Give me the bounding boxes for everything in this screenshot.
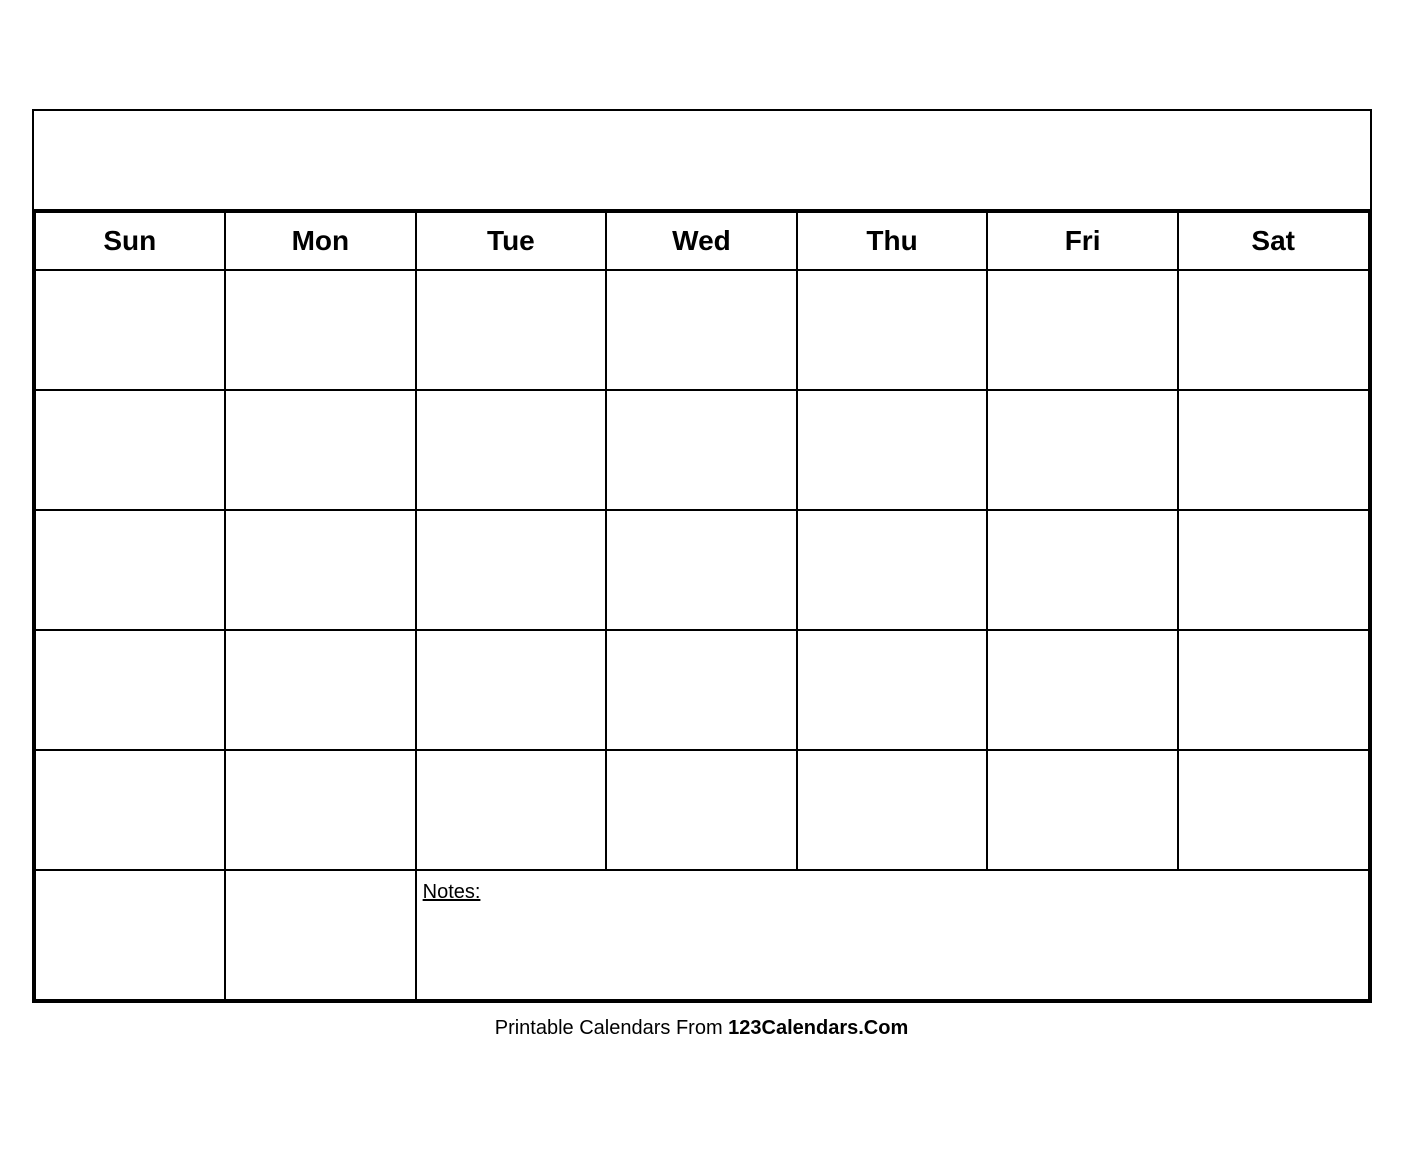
calendar-cell[interactable] [35, 270, 226, 390]
calendar-cell[interactable] [797, 750, 988, 870]
calendar-cell[interactable] [606, 270, 797, 390]
calendar-container: Sun Mon Tue Wed Thu Fri Sat [32, 109, 1372, 1003]
calendar-cell[interactable] [225, 270, 416, 390]
calendar-cell[interactable] [1178, 750, 1369, 870]
footer: Printable Calendars From 123Calendars.Co… [495, 1003, 909, 1044]
calendar-cell[interactable] [1178, 630, 1369, 750]
footer-text-bold: 123Calendars.Com [728, 1017, 908, 1039]
header-fri: Fri [987, 212, 1178, 270]
footer-text-normal: Printable Calendars From [495, 1017, 728, 1039]
calendar-cell[interactable] [987, 630, 1178, 750]
calendar-cell[interactable] [606, 390, 797, 510]
calendar-row [35, 270, 1369, 390]
header-thu: Thu [797, 212, 988, 270]
calendar-cell[interactable] [225, 870, 416, 1000]
calendar-cell[interactable] [35, 630, 226, 750]
notes-cell[interactable]: Notes: [416, 870, 1369, 1000]
day-header-row: Sun Mon Tue Wed Thu Fri Sat [35, 212, 1369, 270]
calendar-cell[interactable] [416, 270, 607, 390]
calendar-cell[interactable] [416, 750, 607, 870]
calendar-cell[interactable] [35, 750, 226, 870]
calendar-cell[interactable] [606, 750, 797, 870]
calendar-cell[interactable] [225, 390, 416, 510]
calendar-cell[interactable] [416, 390, 607, 510]
calendar-cell[interactable] [797, 270, 988, 390]
calendar-cell[interactable] [797, 510, 988, 630]
calendar-cell[interactable] [606, 630, 797, 750]
calendar-cell[interactable] [1178, 390, 1369, 510]
calendar-cell[interactable] [987, 270, 1178, 390]
calendar-row [35, 750, 1369, 870]
calendar-cell[interactable] [35, 510, 226, 630]
header-tue: Tue [416, 212, 607, 270]
calendar-grid: Sun Mon Tue Wed Thu Fri Sat [34, 211, 1370, 1001]
calendar-title-area [34, 111, 1370, 211]
header-wed: Wed [606, 212, 797, 270]
calendar-cell[interactable] [225, 630, 416, 750]
calendar-cell[interactable] [1178, 510, 1369, 630]
calendar-cell[interactable] [416, 510, 607, 630]
calendar-row [35, 390, 1369, 510]
calendar-cell[interactable] [987, 510, 1178, 630]
calendar-cell[interactable] [1178, 270, 1369, 390]
header-sun: Sun [35, 212, 226, 270]
calendar-row [35, 510, 1369, 630]
calendar-row [35, 630, 1369, 750]
header-mon: Mon [225, 212, 416, 270]
calendar-cell[interactable] [35, 390, 226, 510]
calendar-cell[interactable] [35, 870, 226, 1000]
notes-row: Notes: [35, 870, 1369, 1000]
calendar-cell[interactable] [987, 750, 1178, 870]
calendar-cell[interactable] [797, 630, 988, 750]
calendar-cell[interactable] [225, 750, 416, 870]
calendar-cell[interactable] [987, 390, 1178, 510]
calendar-cell[interactable] [416, 630, 607, 750]
calendar-cell[interactable] [797, 390, 988, 510]
notes-label: Notes: [423, 881, 481, 903]
calendar-cell[interactable] [606, 510, 797, 630]
calendar-cell[interactable] [225, 510, 416, 630]
header-sat: Sat [1178, 212, 1369, 270]
